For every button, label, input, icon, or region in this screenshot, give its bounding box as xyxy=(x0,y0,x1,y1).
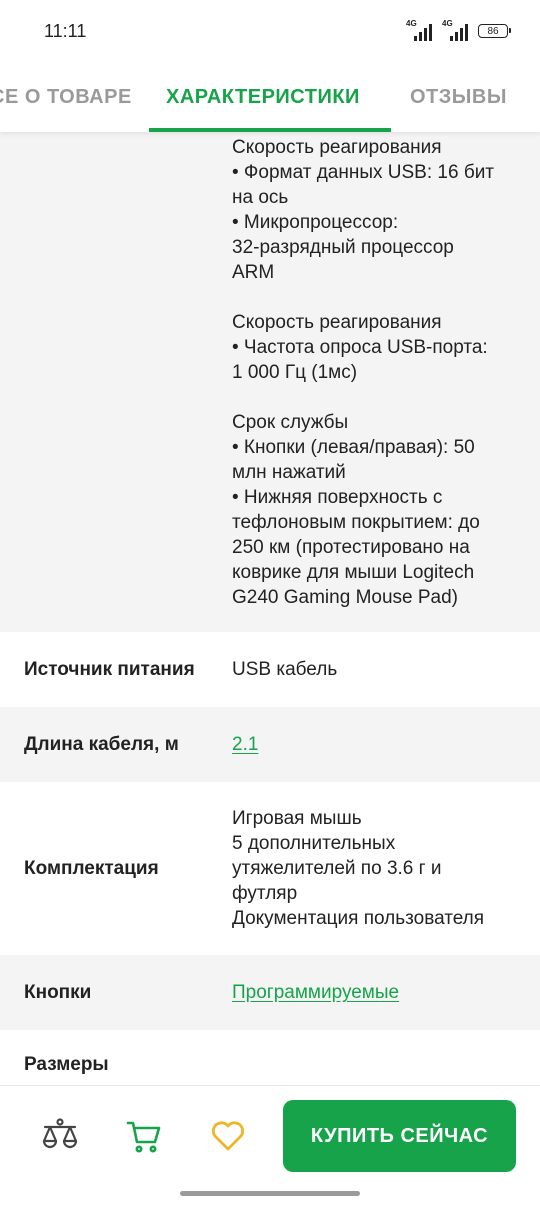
specifications-list: Скорость реагирования • Формат данных US… xyxy=(0,132,540,1110)
cable-length-link[interactable]: 2.1 xyxy=(232,734,258,755)
active-tab-indicator xyxy=(149,128,391,132)
spec-block-response-usb: Скорость реагирования • Формат данных US… xyxy=(232,137,495,283)
compare-button[interactable] xyxy=(40,1116,80,1156)
spec-value-performance: Скорость реагирования • Формат данных US… xyxy=(232,135,520,610)
cart-button[interactable] xyxy=(124,1116,164,1156)
scales-icon xyxy=(42,1118,78,1149)
bottom-action-bar: КУПИТЬ СЕЙЧАС xyxy=(0,1085,540,1208)
favorite-button[interactable] xyxy=(208,1116,248,1156)
spec-block-lifetime: Срок службы • Кнопки (левая/правая): 50 … xyxy=(232,412,480,608)
battery-level: 86 xyxy=(487,25,499,37)
battery-icon: 86 xyxy=(478,24,511,38)
spec-row-buttons: Кнопки Программируемые xyxy=(0,955,540,1030)
spec-row-performance: Скорость реагирования • Формат данных US… xyxy=(0,132,540,632)
spec-label-dimensions: Размеры xyxy=(24,1054,109,1075)
spec-row-package: Комплектация Игровая мышь 5 дополнительн… xyxy=(0,782,540,955)
status-time: 11:11 xyxy=(44,20,87,41)
heart-icon xyxy=(211,1121,245,1151)
spec-label-package: Комплектация xyxy=(24,857,159,879)
status-icons: 4G 4G 86 xyxy=(406,19,511,41)
buttons-programmable-link[interactable]: Программируемые xyxy=(232,982,399,1003)
spec-label-buttons: Кнопки xyxy=(24,981,92,1003)
spec-value-power-source: USB кабель xyxy=(232,659,338,680)
spec-label-cable-length: Длина кабеля, м xyxy=(24,733,179,755)
spec-block-polling-rate: Скорость реагирования • Частота опроса U… xyxy=(232,312,488,383)
status-bar: 11:11 4G 4G 86 xyxy=(0,0,540,62)
product-tabs: СЕ О ТОВАРЕ ХАРАКТЕРИСТИКИ ОТЗЫВЫ xyxy=(0,62,540,132)
spec-row-cable-length: Длина кабеля, м 2.1 xyxy=(0,707,540,782)
spec-value-package: Игровая мышь 5 дополнительных утяжелител… xyxy=(232,808,485,929)
tab-reviews[interactable]: ОТЗЫВЫ xyxy=(410,62,507,132)
home-indicator[interactable] xyxy=(180,1191,360,1196)
spec-row-power-source: Источник питания USB кабель xyxy=(0,632,540,707)
cell-signal-icon: 4G xyxy=(406,19,432,41)
shopping-cart-icon xyxy=(126,1121,161,1153)
buy-now-button[interactable]: КУПИТЬ СЕЙЧАС xyxy=(283,1100,516,1172)
cell-signal-icon-2: 4G xyxy=(442,19,468,41)
spec-label-power-source: Источник питания xyxy=(24,658,195,680)
tab-about-product[interactable]: СЕ О ТОВАРЕ xyxy=(0,62,132,132)
tab-specifications[interactable]: ХАРАКТЕРИСТИКИ xyxy=(166,62,360,132)
